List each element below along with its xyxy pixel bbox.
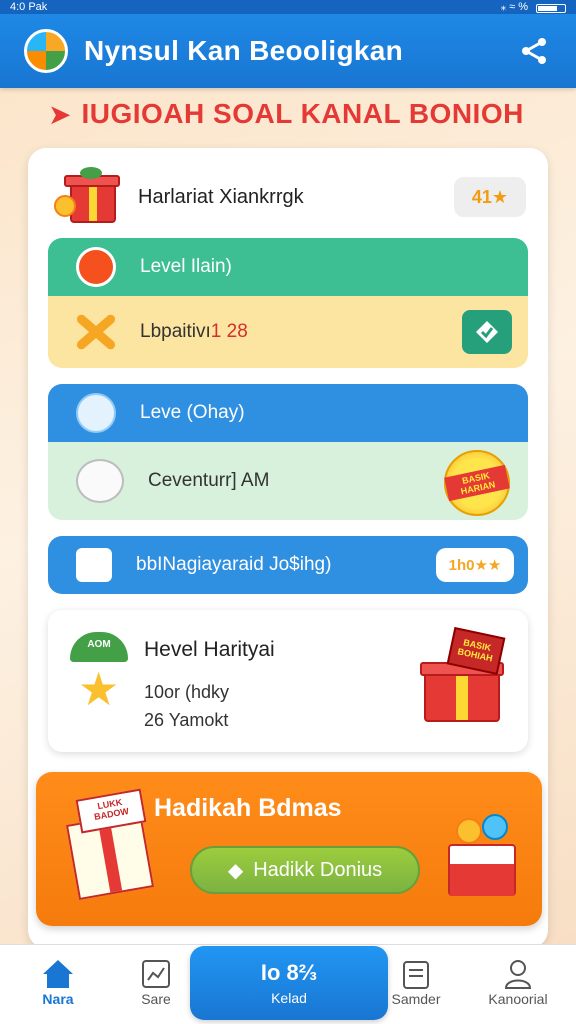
sun-badge: BASIK HARIAN [444,450,510,516]
status-bar: 4:0 Pak ⁎ ≈ % [0,0,576,14]
center-button-value: Io 8⅔ [260,960,318,985]
bonus-card: LUKK BADOW Hadikah Bdmas ◆ Hadikk Donius [36,772,542,926]
daily-line-1: 10or (hdky [144,682,230,702]
gift-box-icon: BASIK BOHIAH [420,627,506,724]
cross-bone-icon [76,312,116,352]
task-row-level[interactable]: Level Ilain) [48,238,528,296]
task-row-progress: Lbpaitivı 1 28 [48,296,528,368]
nav-home[interactable]: Nara [8,957,108,1017]
umbrella-icon: AOM [70,632,128,662]
task-row-adventure[interactable]: Ceventurr] AM BASIK HARIAN [48,442,528,520]
user-icon [504,960,532,989]
coin-gift-icon [444,814,520,900]
task-row-navigation[interactable]: bbINagiayaraid Jo$ihg) 1h0★★ [48,536,528,594]
nav-home-label: Nara [42,991,74,1007]
task-row-level-ohay[interactable]: Leve (Ohay) [48,384,528,442]
ghost-icon [76,459,124,503]
daily-title: Hevel Harityai [144,638,275,661]
clipboard-icon [403,961,429,989]
task-row-label: Lbpaitivı [140,321,211,342]
task-row-value: 1 28 [210,321,248,342]
battery-icon [536,3,566,13]
diamond-check-icon [476,321,498,343]
task-row-label: bbINagiayaraid Jo$ihg) [136,554,332,575]
share-icon [522,38,546,64]
chart-icon [142,960,170,988]
chevron-right-icon: ➤ [48,98,72,130]
app-title: Nynsul Kan Beooligkan [84,35,404,66]
task-row-label: Leve (Ohay) [140,402,245,423]
star-icon: ★ [78,663,120,715]
bulb-icon [76,393,116,433]
center-button-label: Kelad [271,990,307,1006]
status-icons: ⁎ ≈ % [501,0,566,14]
section-banner: ➤ IUGIOAH SOAL KANAL BONIOH [48,94,524,134]
window-icon [76,548,112,582]
sun-badge-label: BASIK HARIAN [444,464,510,502]
nav-profile-label: Kanoorial [488,991,548,1007]
tomato-icon [76,247,116,287]
home-icon [43,960,73,988]
drop-icon: ◆ [227,859,244,882]
gift-icon [50,167,120,225]
task-row-label: Level Ilain) [140,256,232,277]
status-time: 4:0 Pak [10,1,48,13]
task-card-header: Harlariat Xiankrrgk 41★ [50,166,526,228]
task-row-label: Ceventurr] AM [148,470,270,491]
bonus-title: Hadikah Bdmas [154,794,342,822]
bonus-button-label: Hadikk Donius [253,858,383,881]
app-logo [24,29,68,73]
status-indicators: ⁎ ≈ % [500,1,528,13]
daily-line-2: 26 Yamokt [144,710,229,730]
share-button[interactable] [516,33,552,69]
daily-card[interactable]: AOM ★ Hevel Harityai 10or (hdky 26 Yamok… [48,610,528,752]
app-header: Nynsul Kan Beooligkan [0,14,576,88]
nav-profile[interactable]: Kanoorial [468,957,568,1017]
star-badge: 41★ [454,177,526,217]
banner-text: IUGIOAH SOAL KANAL BONIOH [81,98,524,129]
stars-badge: 1h0★★ [436,548,514,582]
bonus-box-icon: LUKK BADOW [64,788,155,901]
bonus-button[interactable]: ◆ Hadikk Donius [190,846,420,894]
task-card-title: Harlariat Xiankrrgk [138,185,304,208]
claim-button[interactable] [462,310,512,354]
nav-center-button[interactable]: Io 8⅔ Kelad [190,946,388,1020]
